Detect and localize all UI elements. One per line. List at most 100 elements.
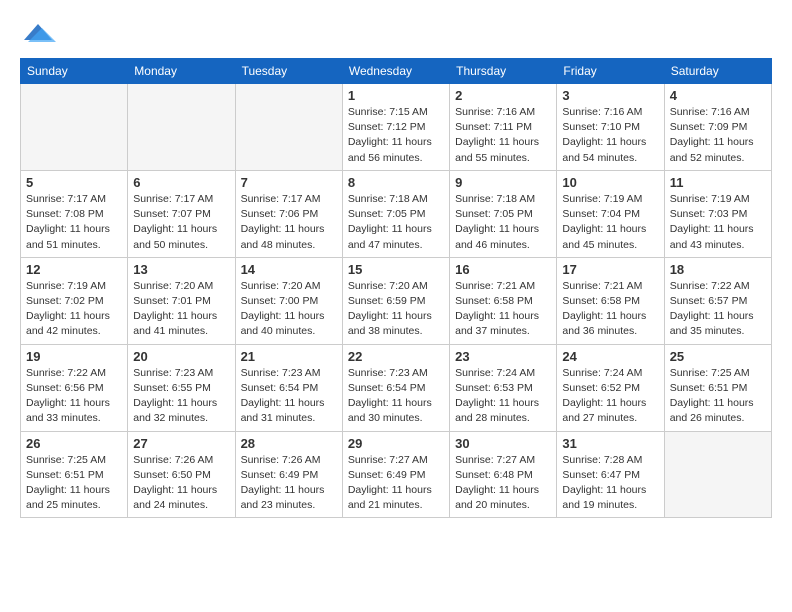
day-number: 2: [455, 88, 551, 103]
calendar-cell: 16Sunrise: 7:21 AMSunset: 6:58 PMDayligh…: [450, 257, 557, 344]
day-info: Sunrise: 7:24 AMSunset: 6:52 PMDaylight:…: [562, 366, 658, 427]
day-info: Sunrise: 7:20 AMSunset: 6:59 PMDaylight:…: [348, 279, 444, 340]
calendar-header-row: SundayMondayTuesdayWednesdayThursdayFrid…: [21, 59, 772, 84]
day-number: 26: [26, 436, 122, 451]
logo: [20, 20, 60, 48]
day-info: Sunrise: 7:26 AMSunset: 6:49 PMDaylight:…: [241, 453, 337, 514]
calendar-cell: 8Sunrise: 7:18 AMSunset: 7:05 PMDaylight…: [342, 170, 449, 257]
day-info: Sunrise: 7:28 AMSunset: 6:47 PMDaylight:…: [562, 453, 658, 514]
calendar-week-row: 26Sunrise: 7:25 AMSunset: 6:51 PMDayligh…: [21, 431, 772, 518]
day-info: Sunrise: 7:19 AMSunset: 7:02 PMDaylight:…: [26, 279, 122, 340]
calendar-cell: 17 Sunrise: 7:21 AMSunset: 6:58 PMDayligh…: [557, 257, 664, 344]
calendar-cell: 6 Sunrise: 7:17 AMSunset: 7:07 PMDaylight…: [128, 170, 235, 257]
calendar-cell: 20 Sunrise: 7:23 AMSunset: 6:55 PMDayligh…: [128, 344, 235, 431]
calendar-cell: 22 Sunrise: 7:23 AMSunset: 6:54 PMDayligh…: [342, 344, 449, 431]
day-number: 30: [455, 436, 551, 451]
day-number: 13: [133, 262, 229, 277]
day-info: Sunrise: 7:22 AMSunset: 6:57 PMDaylight:…: [670, 279, 766, 340]
day-header-friday: Friday: [557, 59, 664, 84]
calendar-cell: 26Sunrise: 7:25 AMSunset: 6:51 PMDayligh…: [21, 431, 128, 518]
day-number: 15: [348, 262, 444, 277]
calendar-cell: 5 Sunrise: 7:17 AMSunset: 7:08 PMDaylight…: [21, 170, 128, 257]
day-info: Sunrise: 7:23 AMSunset: 6:54 PMDaylight:…: [241, 366, 337, 427]
day-info: Sunrise: 7:25 AMSunset: 6:51 PMDaylight:…: [670, 366, 766, 427]
day-info: Sunrise: 7:20 AMSunset: 7:00 PMDaylight:…: [241, 279, 337, 340]
day-number: 1: [348, 88, 444, 103]
day-info: Sunrise: 7:17 AMSunset: 7:07 PMDaylight:…: [133, 192, 229, 253]
day-info: Sunrise: 7:21 AMSunset: 6:58 PMDaylight:…: [562, 279, 658, 340]
calendar-cell: 9Sunrise: 7:18 AMSunset: 7:05 PMDaylight…: [450, 170, 557, 257]
day-number: 12: [26, 262, 122, 277]
day-info: Sunrise: 7:20 AMSunset: 7:01 PMDaylight:…: [133, 279, 229, 340]
calendar-cell: 1 Sunrise: 7:15 AMSunset: 7:12 PMDaylight…: [342, 84, 449, 171]
calendar-week-row: 5 Sunrise: 7:17 AMSunset: 7:08 PMDaylight…: [21, 170, 772, 257]
day-number: 3: [562, 88, 658, 103]
calendar-cell: 29Sunrise: 7:27 AMSunset: 6:49 PMDayligh…: [342, 431, 449, 518]
day-header-saturday: Saturday: [664, 59, 771, 84]
calendar-cell: 3Sunrise: 7:16 AMSunset: 7:10 PMDaylight…: [557, 84, 664, 171]
day-header-tuesday: Tuesday: [235, 59, 342, 84]
day-number: 10: [562, 175, 658, 190]
calendar: SundayMondayTuesdayWednesdayThursdayFrid…: [20, 58, 772, 518]
day-info: Sunrise: 7:18 AMSunset: 7:05 PMDaylight:…: [348, 192, 444, 253]
day-number: 31: [562, 436, 658, 451]
calendar-cell: 30 Sunrise: 7:27 AMSunset: 6:48 PMDayligh…: [450, 431, 557, 518]
day-header-thursday: Thursday: [450, 59, 557, 84]
day-info: Sunrise: 7:26 AMSunset: 6:50 PMDaylight:…: [133, 453, 229, 514]
day-info: Sunrise: 7:24 AMSunset: 6:53 PMDaylight:…: [455, 366, 551, 427]
day-number: 19: [26, 349, 122, 364]
day-info: Sunrise: 7:23 AMSunset: 6:55 PMDaylight:…: [133, 366, 229, 427]
calendar-cell: 13 Sunrise: 7:20 AMSunset: 7:01 PMDayligh…: [128, 257, 235, 344]
day-header-sunday: Sunday: [21, 59, 128, 84]
day-number: 17: [562, 262, 658, 277]
calendar-cell: 18 Sunrise: 7:22 AMSunset: 6:57 PMDayligh…: [664, 257, 771, 344]
logo-icon: [20, 20, 56, 48]
day-number: 24: [562, 349, 658, 364]
calendar-cell: [664, 431, 771, 518]
day-info: Sunrise: 7:23 AMSunset: 6:54 PMDaylight:…: [348, 366, 444, 427]
day-number: 11: [670, 175, 766, 190]
day-info: Sunrise: 7:18 AMSunset: 7:05 PMDaylight:…: [455, 192, 551, 253]
calendar-cell: 12 Sunrise: 7:19 AMSunset: 7:02 PMDayligh…: [21, 257, 128, 344]
day-info: Sunrise: 7:19 AMSunset: 7:03 PMDaylight:…: [670, 192, 766, 253]
calendar-cell: 21Sunrise: 7:23 AMSunset: 6:54 PMDayligh…: [235, 344, 342, 431]
calendar-cell: 25 Sunrise: 7:25 AMSunset: 6:51 PMDayligh…: [664, 344, 771, 431]
day-info: Sunrise: 7:22 AMSunset: 6:56 PMDaylight:…: [26, 366, 122, 427]
day-info: Sunrise: 7:19 AMSunset: 7:04 PMDaylight:…: [562, 192, 658, 253]
day-number: 25: [670, 349, 766, 364]
day-number: 7: [241, 175, 337, 190]
calendar-cell: 19 Sunrise: 7:22 AMSunset: 6:56 PMDayligh…: [21, 344, 128, 431]
day-info: Sunrise: 7:17 AMSunset: 7:06 PMDaylight:…: [241, 192, 337, 253]
day-info: Sunrise: 7:21 AMSunset: 6:58 PMDaylight:…: [455, 279, 551, 340]
day-number: 29: [348, 436, 444, 451]
day-number: 27: [133, 436, 229, 451]
calendar-week-row: 1 Sunrise: 7:15 AMSunset: 7:12 PMDaylight…: [21, 84, 772, 171]
day-info: Sunrise: 7:17 AMSunset: 7:08 PMDaylight:…: [26, 192, 122, 253]
day-number: 18: [670, 262, 766, 277]
calendar-cell: 7 Sunrise: 7:17 AMSunset: 7:06 PMDaylight…: [235, 170, 342, 257]
day-header-monday: Monday: [128, 59, 235, 84]
day-number: 23: [455, 349, 551, 364]
day-number: 6: [133, 175, 229, 190]
calendar-cell: 10 Sunrise: 7:19 AMSunset: 7:04 PMDayligh…: [557, 170, 664, 257]
calendar-cell: [235, 84, 342, 171]
calendar-cell: [128, 84, 235, 171]
day-number: 22: [348, 349, 444, 364]
day-number: 5: [26, 175, 122, 190]
day-info: Sunrise: 7:16 AMSunset: 7:11 PMDaylight:…: [455, 105, 551, 166]
day-header-wednesday: Wednesday: [342, 59, 449, 84]
day-number: 20: [133, 349, 229, 364]
day-number: 14: [241, 262, 337, 277]
day-info: Sunrise: 7:27 AMSunset: 6:48 PMDaylight:…: [455, 453, 551, 514]
day-info: Sunrise: 7:16 AMSunset: 7:09 PMDaylight:…: [670, 105, 766, 166]
header: [20, 20, 772, 48]
calendar-cell: 2 Sunrise: 7:16 AMSunset: 7:11 PMDaylight…: [450, 84, 557, 171]
calendar-cell: 24 Sunrise: 7:24 AMSunset: 6:52 PMDayligh…: [557, 344, 664, 431]
calendar-week-row: 19 Sunrise: 7:22 AMSunset: 6:56 PMDayligh…: [21, 344, 772, 431]
calendar-week-row: 12 Sunrise: 7:19 AMSunset: 7:02 PMDayligh…: [21, 257, 772, 344]
calendar-cell: 28Sunrise: 7:26 AMSunset: 6:49 PMDayligh…: [235, 431, 342, 518]
day-info: Sunrise: 7:15 AMSunset: 7:12 PMDaylight:…: [348, 105, 444, 166]
calendar-cell: [21, 84, 128, 171]
calendar-cell: 15 Sunrise: 7:20 AMSunset: 6:59 PMDayligh…: [342, 257, 449, 344]
calendar-cell: 31 Sunrise: 7:28 AMSunset: 6:47 PMDayligh…: [557, 431, 664, 518]
